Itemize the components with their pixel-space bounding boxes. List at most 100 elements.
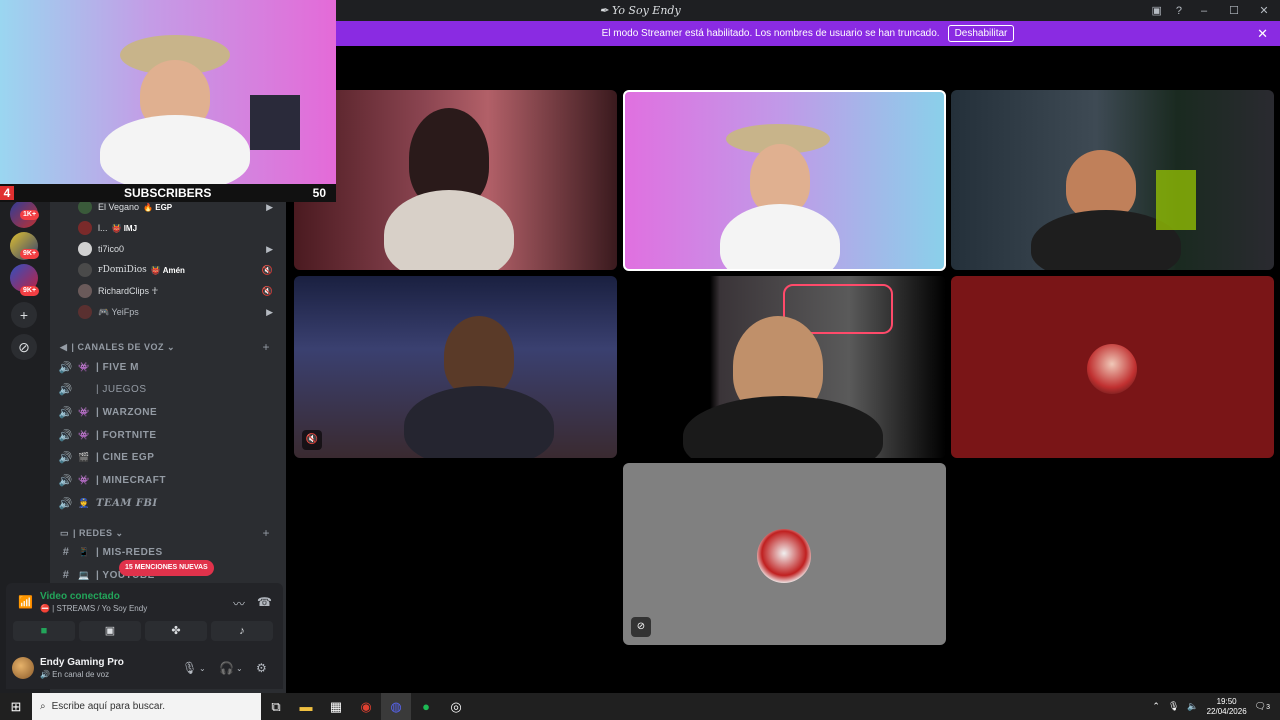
poster-image — [1156, 170, 1196, 230]
task-view-icon[interactable]: ⧉ — [261, 693, 291, 720]
windows-start-icon[interactable]: ⊞ — [0, 699, 32, 715]
participant-video — [444, 316, 514, 396]
participant-video — [404, 386, 554, 458]
tile-avatar-gray[interactable]: ⊘ — [623, 463, 946, 645]
tile-avatar-red[interactable] — [951, 276, 1274, 458]
avatar[interactable] — [12, 657, 34, 679]
disconnect-icon[interactable]: ☎ — [257, 595, 272, 609]
user-status: 🔊 En canal de voz — [40, 670, 110, 679]
add-server-icon[interactable]: + — [11, 302, 37, 328]
soundboard-button[interactable]: ♪ — [211, 621, 273, 641]
spotify-icon[interactable]: ● — [411, 693, 441, 720]
discord-window: ✒ Yo Soy Endy ▣ ? – ☐ ✕ El modo Streamer… — [0, 0, 1280, 720]
create-channel-icon[interactable]: + — [262, 526, 270, 540]
speaker-icon: 🔊 — [58, 429, 74, 442]
inbox-icon[interactable]: ▣ — [1151, 4, 1161, 17]
voice-user-tag: 👹 Amén — [150, 265, 185, 275]
voice-user-tag: 🔥 EGP — [143, 202, 173, 212]
voice-user-name: l... — [98, 223, 108, 233]
video-icon: ▶ — [266, 243, 273, 254]
voice-channel-team-fbi[interactable]: 🔊 👮 TEAM FBI — [58, 493, 278, 513]
mention-badge: 9K+ — [20, 249, 40, 259]
voice-channel-link[interactable]: ⛔ | STREAMS / Yo Soy Endy — [40, 604, 147, 613]
new-mentions-pill[interactable]: 15 MENCIONES NUEVAS — [119, 560, 214, 576]
voice-user[interactable]: 🎮 YeiFps ▶ — [78, 302, 283, 322]
headphones-icon[interactable]: 🎧 — [219, 661, 234, 675]
tile-hoodie[interactable]: 🔇 — [294, 276, 617, 458]
notifications-icon[interactable]: 🗨3 — [1255, 701, 1270, 712]
username[interactable]: Endy Gaming Pro — [40, 657, 124, 668]
discord-icon[interactable]: ◍ — [381, 693, 411, 720]
speaker-icon: 🔊 — [58, 497, 74, 510]
create-channel-icon[interactable]: + — [262, 340, 270, 354]
voice-user[interactable]: ti7ico0 ▶ — [78, 239, 283, 259]
volume-icon[interactable]: 🔈 — [1187, 701, 1198, 712]
microphone-icon[interactable]: 🎙 — [182, 661, 197, 675]
tile-durag[interactable] — [623, 276, 946, 458]
voice-user[interactable]: l... 👹 IMJ — [78, 218, 283, 238]
camera-off-icon: ⊘ — [631, 617, 651, 637]
noise-suppression-icon[interactable]: 〰 — [233, 595, 245, 612]
taskbar-search[interactable]: ⌕ Escribe aquí para buscar. — [32, 693, 261, 720]
category-voice-channels[interactable]: ◀ | CANALES DE VOZ ⌄ + — [60, 339, 280, 355]
discover-icon[interactable]: ⊘ — [11, 334, 37, 360]
webcam-video — [100, 115, 250, 190]
tile-endy[interactable] — [623, 90, 946, 271]
avatar — [78, 200, 92, 214]
disable-streamer-button[interactable]: Deshabilitar — [947, 25, 1015, 42]
voice-user[interactable]: ꜰDomiDios 👹 Amén 🔇 — [78, 260, 283, 280]
category-redes[interactable]: ▭ | REDES ⌄ + — [60, 525, 280, 541]
voice-channel-fortnite[interactable]: 🔊 👾 | FORTNITE — [58, 425, 278, 445]
mention-badge: 9K+ — [20, 286, 40, 296]
voice-channel-warzone[interactable]: 🔊 👾 | WARZONE — [58, 402, 278, 422]
voice-channel-juegos[interactable]: 🔊 | JUEGOS — [58, 379, 278, 399]
store-icon[interactable]: ▦ — [321, 693, 351, 720]
voice-user[interactable]: RichardClips ☥ 🔇 — [78, 281, 283, 301]
file-explorer-icon[interactable]: ▬ — [291, 693, 321, 720]
activities-button[interactable]: ✤ — [145, 621, 207, 641]
maximize-button[interactable]: ☐ — [1226, 4, 1242, 17]
gear-icon[interactable]: ⚙ — [256, 661, 267, 675]
avatar — [757, 529, 811, 583]
webcam-overlay: 4 SUBSCRIBERS 50 — [0, 0, 336, 202]
participant-video — [384, 190, 514, 270]
subscriber-bar: 4 SUBSCRIBERS 50 — [0, 184, 336, 202]
clock[interactable]: 19:50 22/04/2026 — [1207, 697, 1247, 717]
voice-channel-minecraft[interactable]: 🔊 👾 | MINECRAFT — [58, 470, 278, 490]
avatar — [78, 221, 92, 235]
channel-emoji: 👾 — [78, 361, 90, 372]
chevron-down-icon[interactable]: ⌄ — [199, 664, 206, 673]
voice-channel-cine-egp[interactable]: 🔊 🎬 | CINE EGP — [58, 447, 278, 467]
voice-user-name: 🎮 YeiFps — [98, 306, 139, 317]
minimize-button[interactable]: – — [1196, 5, 1212, 17]
voice-connection-panel: 📶 Video conectado ⛔ | STREAMS / Yo Soy E… — [6, 583, 283, 645]
avatar — [78, 263, 92, 277]
subscriber-label: SUBSCRIBERS — [124, 186, 212, 200]
voice-channel-five-m[interactable]: 🔊 👾 | FIVE M — [58, 357, 278, 377]
chevron-up-icon[interactable]: ⌃ — [1152, 701, 1160, 712]
microphone-icon[interactable]: 🎙 — [1168, 701, 1179, 712]
text-channel-mis-redes[interactable]: # 📱 | MIS-REDES — [58, 542, 278, 562]
speaker-icon: 🔊 — [58, 383, 74, 396]
help-icon[interactable]: ? — [1176, 5, 1182, 17]
camera-button[interactable]: ■ — [13, 621, 75, 641]
subscriber-left-count: 4 — [0, 186, 14, 200]
search-placeholder: Escribe aquí para buscar. — [51, 701, 166, 712]
close-button[interactable]: ✕ — [1256, 4, 1272, 17]
chrome-icon[interactable]: ◉ — [351, 693, 381, 720]
screen-share-button[interactable]: ▣ — [79, 621, 141, 641]
channel-emoji: 👮 — [78, 497, 90, 508]
window-controls: ▣ ? – ☐ ✕ — [1151, 0, 1272, 21]
banner-close-icon[interactable]: ✕ — [1257, 26, 1268, 42]
window-title: ✒ Yo Soy Endy — [599, 4, 681, 17]
tile-streamer-female[interactable] — [294, 90, 617, 270]
tile-gamer-headset[interactable] — [951, 90, 1274, 270]
signal-icon[interactable]: 📶 — [18, 595, 33, 609]
participant-video — [720, 204, 840, 269]
voice-status[interactable]: Video conectado — [40, 591, 120, 602]
hash-icon: # — [62, 546, 70, 558]
chevron-down-icon[interactable]: ⌄ — [236, 664, 243, 673]
obs-icon[interactable]: ◎ — [441, 693, 471, 720]
notification-count: 3 — [1266, 704, 1270, 711]
video-icon: ▶ — [266, 306, 273, 317]
